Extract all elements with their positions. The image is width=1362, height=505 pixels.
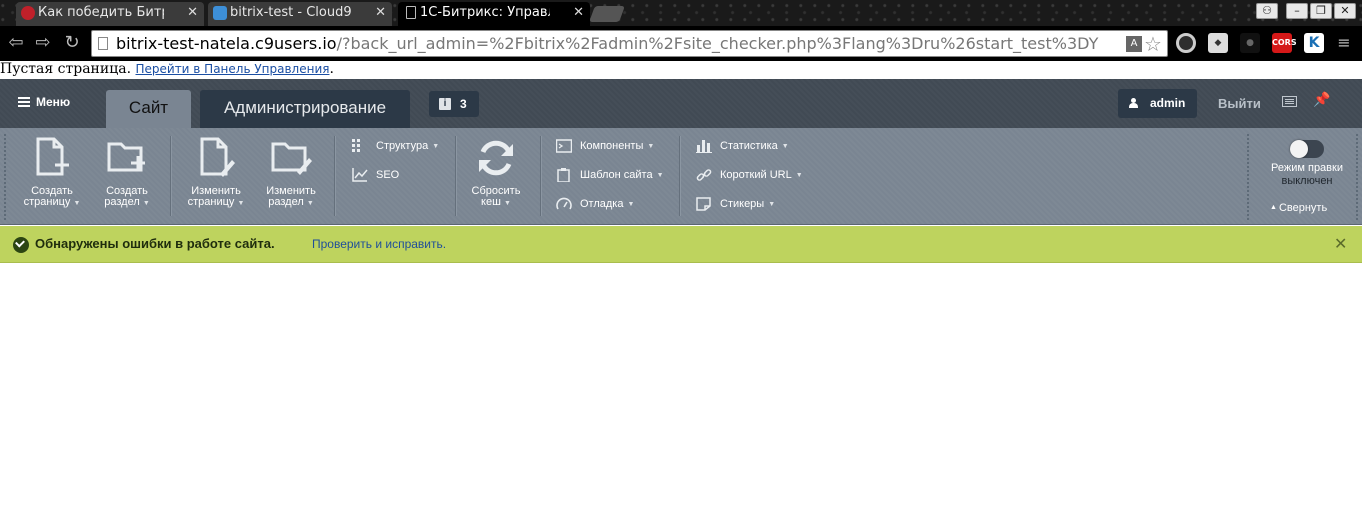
site-errors-alert: Обнаружены ошибки в работе сайта. Провер… [0,226,1362,263]
divider [540,136,541,216]
check-circle-icon [13,237,29,253]
divider [334,136,335,216]
empty-page-text: Пустая страница. [0,61,132,77]
edit-section-button[interactable]: Изменить раздел ▼ [258,134,324,220]
browser-tab-active[interactable]: 1С-Битрикс: Управление сайтом ✕ [398,2,590,26]
browser-toolbar: ⇦ ⇨ ↻ bitrix-test-natela.c9users.io/?bac… [0,26,1362,61]
close-icon[interactable]: ✕ [187,2,198,24]
divider [679,136,680,216]
page-content: Пустая страница. Перейти в Панель Управл… [0,61,334,77]
page-add-icon [36,137,69,176]
url-text: bitrix-test-natela.c9users.io/?back_url_… [116,34,1099,53]
components-icon [556,139,572,153]
close-icon[interactable]: ✕ [1334,234,1347,253]
cloud9-icon [213,6,227,20]
gauge-icon [556,197,572,210]
drag-handle[interactable] [1356,134,1358,220]
reload-icon[interactable]: ↻ [62,34,82,54]
opera-icon[interactable] [1176,33,1196,53]
profile-icon[interactable]: ⚇ [1256,3,1278,19]
create-section-button[interactable]: Создать раздел ▼ [94,134,160,220]
template-icon [557,168,570,182]
drag-handle[interactable] [1247,134,1249,220]
bitrix-red-icon [21,6,35,20]
window-close-icon[interactable]: ✕ [1334,3,1356,19]
bitrix-toolbar: Создать страницу ▼ Создать раздел ▼ Изме… [0,128,1362,225]
logout-button[interactable]: Выйти [1218,96,1261,111]
address-bar[interactable]: bitrix-test-natela.c9users.io/?back_url_… [91,30,1168,57]
tab-title: bitrix-test - Cloud9 [230,5,352,20]
user-icon [1129,98,1138,108]
close-icon[interactable]: ✕ [573,2,584,24]
back-arrow-icon[interactable]: ⇦ [6,34,26,54]
info-icon: i [439,98,451,110]
browser-tab[interactable]: Как победить Битрикс ✕ [16,2,204,26]
pin-icon[interactable]: 📌 [1313,92,1330,108]
page-icon [406,6,416,19]
browser-tab-strip: Как победить Битрикс ✕ bitrix-test - Clo… [0,0,1362,26]
page-icon [98,37,108,50]
page-edit-icon [200,137,235,177]
bar-chart-icon [696,140,712,153]
chevron-up-icon: ▲ [1270,204,1277,211]
keyboard-icon[interactable] [1282,96,1297,107]
tab-site[interactable]: Сайт [106,90,191,128]
notifications-count: 3 [460,97,467,111]
reset-cache-button[interactable]: Сбросить кеш ▼ [463,134,529,220]
chrome-menu-icon[interactable]: ≡ [1334,34,1354,54]
menu-button[interactable]: Меню [18,95,70,109]
edit-page-button[interactable]: Изменить страницу ▼ [183,134,249,220]
tab-title: Как победить Битрикс [38,5,164,20]
new-tab-button[interactable] [589,6,625,22]
user-button[interactable]: admin [1118,89,1197,118]
divider [170,136,171,216]
close-icon[interactable]: ✕ [375,2,386,24]
spy-icon[interactable]: ● [1240,33,1260,53]
divider [455,136,456,216]
bitrix-panel-header: Меню Сайт Администрирование i 3 admin Вы… [0,79,1362,128]
edit-mode-label: Режим правки выключен [1262,162,1352,188]
forward-arrow-icon[interactable]: ⇨ [33,34,53,54]
create-page-button[interactable]: Создать страницу ▼ [19,134,85,220]
folder-add-icon [107,142,145,172]
hamburger-icon [18,97,30,107]
grid-icon [352,139,360,152]
sticker-icon [696,197,711,211]
edit-mode-toggle[interactable] [1290,140,1324,158]
alert-message: Обнаружены ошибки в работе сайта. [35,236,275,251]
link-icon [696,169,712,181]
tab-title: 1С-Битрикс: Управление сайтом [420,5,550,20]
k-icon[interactable]: K [1304,33,1324,53]
cors-icon[interactable]: CORS [1272,33,1297,53]
folder-edit-icon [271,142,312,175]
minimize-icon[interactable]: – [1286,3,1308,19]
browser-tab[interactable]: bitrix-test - Cloud9 ✕ [208,2,392,26]
seo-chart-icon [352,168,368,182]
bookmark-star-icon[interactable]: ☆ [1144,32,1162,56]
drag-handle[interactable] [4,134,6,220]
tab-administration[interactable]: Администрирование [200,90,410,128]
user-name: admin [1150,96,1186,110]
check-and-fix-link[interactable]: Проверить и исправить. [312,237,446,251]
ghost-icon[interactable]: ◆ [1208,33,1228,53]
collapse-button[interactable]: ▲ Свернуть [1270,202,1327,214]
edit-mode-state: выключен [1281,175,1333,187]
refresh-icon [479,140,513,176]
translate-icon[interactable]: A [1126,36,1142,52]
admin-panel-link[interactable]: Перейти в Панель Управления [135,62,329,76]
notifications-button[interactable]: i 3 [429,91,479,117]
restore-icon[interactable]: ❐ [1310,3,1332,19]
